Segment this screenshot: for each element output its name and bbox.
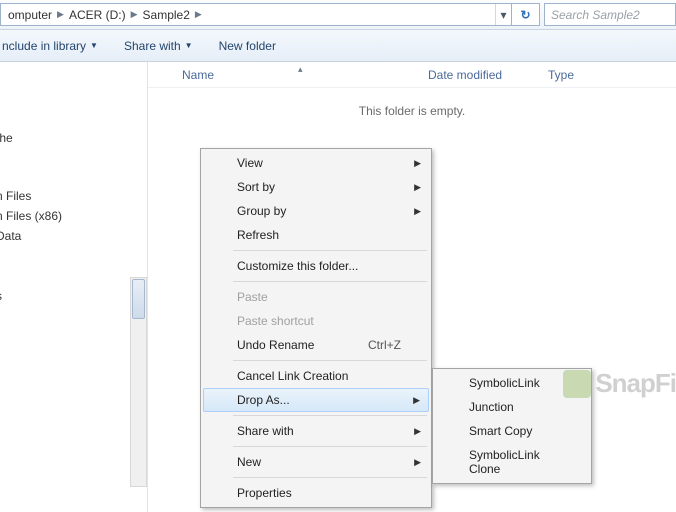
menu-sort-by[interactable]: Sort by▶: [203, 175, 429, 199]
new-folder-button[interactable]: New folder: [219, 39, 276, 53]
chevron-down-icon: ▼: [185, 41, 193, 50]
sidebar-item[interactable]: Data: [0, 226, 147, 246]
breadcrumb-computer[interactable]: omputer: [5, 8, 55, 22]
menu-view[interactable]: View▶: [203, 151, 429, 175]
navigation-sidebar: / :he : n Files n Files (x86) Data s /: [0, 62, 148, 512]
column-header-type[interactable]: Type: [540, 68, 582, 82]
chevron-right-icon[interactable]: ▶: [55, 9, 66, 20]
column-headers: Name ▴ Date modified Type: [148, 62, 676, 88]
menu-new[interactable]: New▶: [203, 450, 429, 474]
menu-separator: [233, 477, 427, 478]
chevron-right-icon[interactable]: ▶: [193, 9, 204, 20]
sidebar-item[interactable]: /: [0, 72, 147, 92]
breadcrumb[interactable]: omputer ▶ ACER (D:) ▶ Sample2 ▶ ▾: [0, 3, 512, 26]
menu-separator: [233, 281, 427, 282]
scrollbar-thumb[interactable]: [132, 279, 145, 319]
refresh-icon: ↻: [520, 8, 530, 22]
breadcrumb-folder[interactable]: Sample2: [140, 8, 193, 22]
sort-ascending-icon: ▴: [298, 64, 303, 75]
address-dropdown-icon[interactable]: ▾: [495, 4, 511, 25]
chevron-right-icon: ▶: [413, 395, 420, 406]
shortcut-label: Ctrl+Z: [368, 338, 401, 352]
chevron-right-icon: ▶: [414, 457, 421, 468]
submenu-smart-copy[interactable]: Smart Copy: [435, 419, 589, 443]
menu-separator: [233, 446, 427, 447]
sidebar-item[interactable]: n Files: [0, 186, 147, 206]
sidebar-item[interactable]: :he: [0, 128, 147, 148]
chevron-right-icon: ▶: [414, 206, 421, 217]
sidebar-item[interactable]: n Files (x86): [0, 206, 147, 226]
search-input[interactable]: Search Sample2: [544, 3, 676, 26]
menu-paste: Paste: [203, 285, 429, 309]
context-menu: View▶ Sort by▶ Group by▶ Refresh Customi…: [200, 148, 432, 508]
breadcrumb-drive[interactable]: ACER (D:): [66, 8, 129, 22]
menu-cancel-link-creation[interactable]: Cancel Link Creation: [203, 364, 429, 388]
menu-paste-shortcut: Paste shortcut: [203, 309, 429, 333]
sidebar-item[interactable]: :: [0, 148, 147, 168]
submenu-junction[interactable]: Junction: [435, 395, 589, 419]
column-header-name[interactable]: Name: [148, 68, 420, 82]
menu-properties[interactable]: Properties: [203, 481, 429, 505]
empty-folder-message: This folder is empty.: [148, 104, 676, 118]
menu-undo-rename[interactable]: Undo RenameCtrl+Z: [203, 333, 429, 357]
address-bar: omputer ▶ ACER (D:) ▶ Sample2 ▶ ▾ ↻ Sear…: [0, 0, 676, 30]
menu-separator: [233, 250, 427, 251]
search-placeholder: Search Sample2: [551, 8, 640, 22]
chevron-down-icon: ▼: [90, 41, 98, 50]
include-in-library-button[interactable]: nclude in library▼: [2, 39, 98, 53]
menu-drop-as[interactable]: Drop As...▶: [203, 388, 429, 412]
menu-separator: [233, 415, 427, 416]
submenu-symboliclink[interactable]: SymbolicLink: [435, 371, 589, 395]
toolbar: nclude in library▼ Share with▼ New folde…: [0, 30, 676, 62]
column-header-date[interactable]: Date modified: [420, 68, 540, 82]
menu-separator: [233, 360, 427, 361]
chevron-right-icon: ▶: [414, 426, 421, 437]
menu-customize[interactable]: Customize this folder...: [203, 254, 429, 278]
sidebar-scrollbar[interactable]: [130, 277, 147, 487]
chevron-right-icon: ▶: [414, 158, 421, 169]
sidebar-item[interactable]: s: [0, 286, 147, 306]
share-with-button[interactable]: Share with▼: [124, 39, 193, 53]
menu-refresh[interactable]: Refresh: [203, 223, 429, 247]
sidebar-item[interactable]: /: [0, 324, 147, 344]
chevron-right-icon: ▶: [414, 182, 421, 193]
drop-as-submenu: SymbolicLink Junction Smart Copy Symboli…: [432, 368, 592, 484]
chevron-right-icon[interactable]: ▶: [129, 9, 140, 20]
refresh-button[interactable]: ↻: [512, 3, 540, 26]
submenu-symboliclink-clone[interactable]: SymbolicLink Clone: [435, 443, 589, 481]
menu-share-with[interactable]: Share with▶: [203, 419, 429, 443]
menu-group-by[interactable]: Group by▶: [203, 199, 429, 223]
